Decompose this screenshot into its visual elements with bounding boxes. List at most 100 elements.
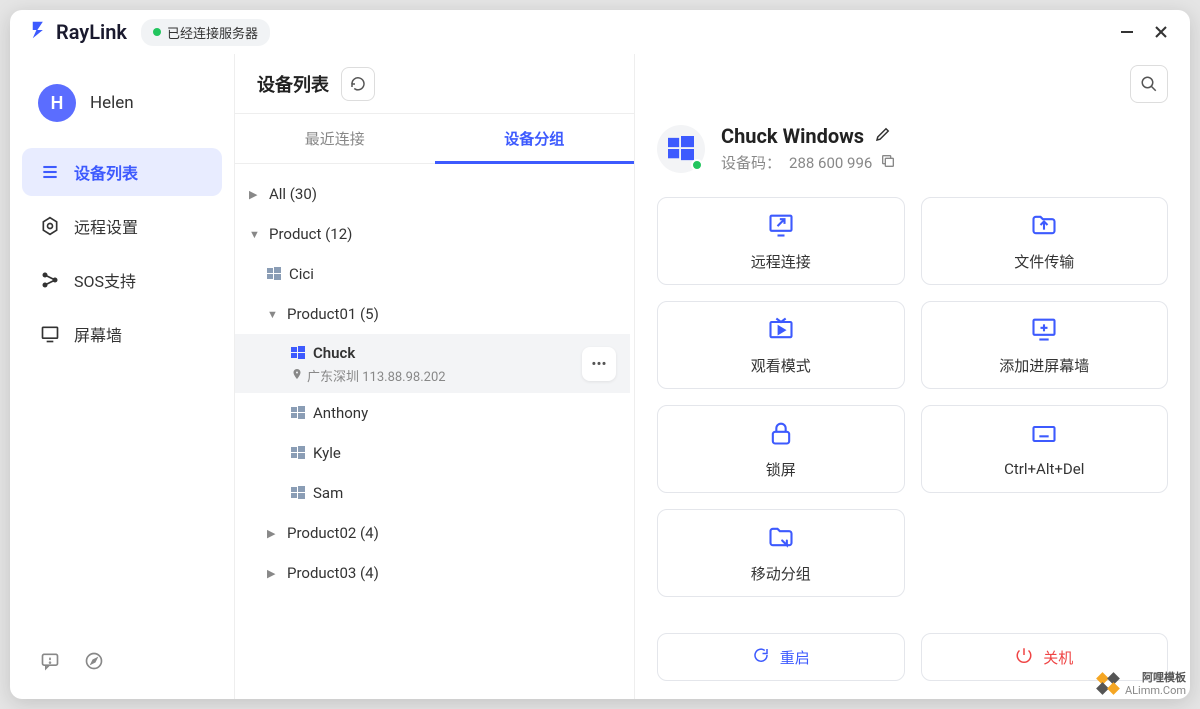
tree-group-product03[interactable]: ▶Product03 (4) [235, 553, 630, 593]
tree-device-sam[interactable]: Sam [235, 473, 630, 513]
caret-down-icon: ▼ [267, 308, 279, 321]
tree-device-cici[interactable]: Cici [235, 254, 630, 294]
location-icon [291, 368, 303, 384]
watermark-logo-icon [1097, 673, 1119, 694]
copy-icon[interactable] [880, 153, 896, 173]
action-move-group[interactable]: 移动分组 [657, 509, 905, 597]
user-name: Helen [90, 93, 134, 113]
device-name: Chuck Windows [721, 124, 864, 148]
nav: 设备列表 远程设置 SOS支持 屏幕墙 [22, 148, 222, 358]
caret-down-icon: ▼ [249, 228, 261, 241]
close-button[interactable] [1152, 25, 1170, 39]
action-ctrl-alt-del[interactable]: Ctrl+Alt+Del [921, 405, 1169, 493]
refresh-button[interactable] [341, 67, 375, 101]
windows-icon [291, 346, 305, 360]
action-label: 添加进屏幕墙 [999, 355, 1089, 376]
restart-button[interactable]: 重启 [657, 633, 905, 681]
action-watch-mode[interactable]: 观看模式 [657, 301, 905, 389]
monitor-plus-icon [1030, 315, 1058, 347]
action-file-transfer[interactable]: 文件传输 [921, 197, 1169, 285]
device-code-label: 设备码： [721, 152, 781, 173]
watermark-line2: ALimm.Com [1125, 684, 1186, 697]
compass-icon[interactable] [84, 651, 104, 675]
button-label: 重启 [780, 647, 810, 668]
detail-topbar [657, 54, 1168, 114]
windows-icon [291, 406, 305, 420]
nav-label: 屏幕墙 [74, 322, 122, 346]
nav-screen-wall[interactable]: 屏幕墙 [22, 310, 222, 358]
tree-group-all[interactable]: ▶All (30) [235, 174, 630, 214]
action-lock-screen[interactable]: 锁屏 [657, 405, 905, 493]
caret-right-icon: ▶ [267, 527, 279, 540]
nav-label: SOS支持 [74, 268, 136, 292]
minimize-button[interactable] [1118, 25, 1136, 39]
tree-group-product01[interactable]: ▼Product01 (5) [235, 294, 630, 334]
status-dot-icon [153, 28, 161, 36]
tab-recent[interactable]: 最近连接 [235, 114, 435, 163]
monitor-arrow-icon [767, 211, 795, 243]
tree-device-chuck[interactable]: Chuck 广东深圳 113.88.98.202 ••• [235, 334, 630, 393]
app-logo: RayLink [30, 19, 127, 45]
nav-devices[interactable]: 设备列表 [22, 148, 222, 196]
status-text: 已经连接服务器 [167, 23, 258, 42]
action-label: 移动分组 [751, 563, 811, 584]
device-tree[interactable]: ▶All (30) ▼Product (12) Cici ▼Product01 … [235, 164, 634, 699]
online-indicator-icon [691, 159, 703, 171]
tree-device-anthony[interactable]: Anthony [235, 393, 630, 433]
device-list-header: 设备列表 [235, 54, 634, 114]
device-code: 288 600 996 [789, 154, 872, 172]
list-icon [40, 162, 60, 182]
action-grid: 远程连接 文件传输 观看模式 添加进屏幕墙 锁屏 [657, 197, 1168, 597]
power-row: 重启 关机 [657, 633, 1168, 681]
tree-device-kyle[interactable]: Kyle [235, 433, 630, 473]
device-list-panel: 设备列表 最近连接 设备分组 ▶All (30) ▼Product (12) C… [235, 54, 635, 699]
user-profile[interactable]: H Helen [22, 78, 222, 148]
action-label: 锁屏 [766, 459, 796, 480]
feedback-icon[interactable] [40, 651, 60, 675]
tab-groups[interactable]: 设备分组 [435, 114, 635, 163]
lock-icon [767, 419, 795, 451]
tree-group-product02[interactable]: ▶Product02 (4) [235, 513, 630, 553]
folder-upload-icon [1030, 211, 1058, 243]
connection-status: 已经连接服务器 [141, 19, 270, 46]
logo-text: RayLink [56, 20, 127, 44]
nav-remote-settings[interactable]: 远程设置 [22, 202, 222, 250]
tabs: 最近连接 设备分组 [235, 114, 634, 164]
share-icon [40, 270, 60, 290]
device-header: Chuck Windows 设备码： 288 600 996 [657, 114, 1168, 197]
gear-icon [40, 216, 60, 236]
action-label: 文件传输 [1014, 251, 1074, 272]
caret-right-icon: ▶ [249, 188, 261, 201]
nav-label: 设备列表 [74, 160, 138, 184]
caret-right-icon: ▶ [267, 567, 279, 580]
sidebar-footer [22, 643, 222, 683]
nav-label: 远程设置 [74, 214, 138, 238]
watermark: 阿哩模板 ALimm.Com [1097, 671, 1186, 697]
device-detail-panel: Chuck Windows 设备码： 288 600 996 远程连接 [635, 54, 1190, 699]
keyboard-icon [1030, 420, 1058, 452]
tree-group-product[interactable]: ▼Product (12) [235, 214, 630, 254]
logo-icon [30, 19, 52, 45]
action-remote-connect[interactable]: 远程连接 [657, 197, 905, 285]
action-label: Ctrl+Alt+Del [1004, 460, 1084, 478]
titlebar: RayLink 已经连接服务器 [10, 10, 1190, 54]
nav-sos[interactable]: SOS支持 [22, 256, 222, 304]
more-button[interactable]: ••• [582, 347, 616, 381]
watermark-line1: 阿哩模板 [1125, 671, 1186, 684]
sidebar: H Helen 设备列表 远程设置 SOS支持 屏幕墙 [10, 54, 235, 699]
search-button[interactable] [1130, 65, 1168, 103]
action-label: 远程连接 [751, 251, 811, 272]
folder-move-icon [767, 523, 795, 555]
edit-icon[interactable] [874, 125, 892, 147]
windows-icon [291, 486, 305, 500]
windows-icon [291, 446, 305, 460]
tv-play-icon [767, 315, 795, 347]
windows-icon [267, 267, 281, 281]
app-window: RayLink 已经连接服务器 H Helen 设备列表 远程设置 [10, 10, 1190, 699]
action-add-screen-wall[interactable]: 添加进屏幕墙 [921, 301, 1169, 389]
action-label: 观看模式 [751, 355, 811, 376]
device-os-icon [657, 125, 705, 173]
refresh-icon [752, 646, 770, 668]
avatar: H [38, 84, 76, 122]
panel-title: 设备列表 [257, 71, 329, 97]
